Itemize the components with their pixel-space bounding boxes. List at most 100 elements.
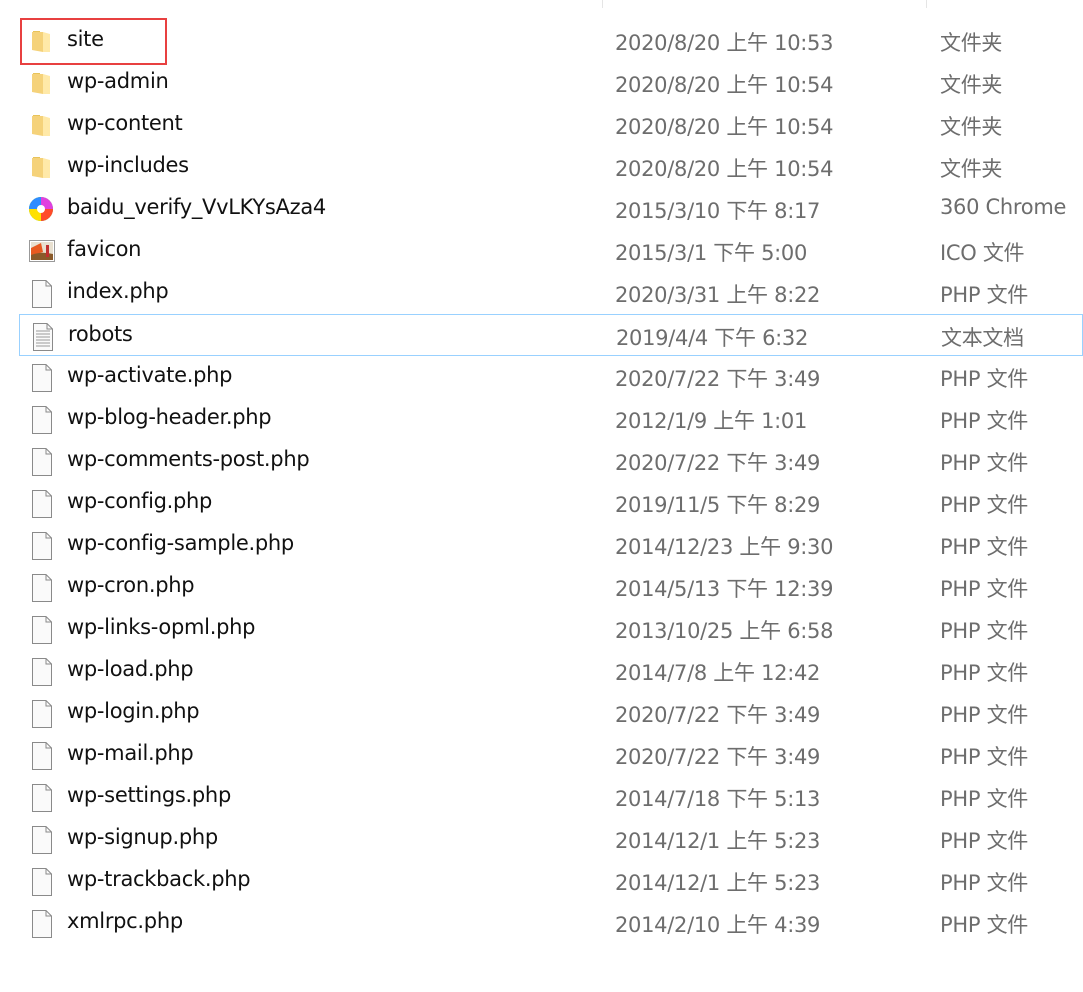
file-type: PHP 文件 (940, 283, 1028, 307)
file-name: wp-admin (67, 69, 169, 93)
file-date-modified: 2020/7/22 下午 3:49 (615, 451, 821, 475)
file-date-modified: 2015/3/1 下午 5:00 (615, 241, 808, 265)
file-date-modified: 2020/7/22 下午 3:49 (615, 367, 821, 391)
file-row[interactable]: favicon 2015/3/1 下午 5:00 ICO 文件 (0, 230, 1083, 272)
file-type: PHP 文件 (940, 913, 1028, 937)
file-type: 文件夹 (940, 73, 1003, 97)
file-type: PHP 文件 (940, 409, 1028, 433)
file-type: 文件夹 (940, 115, 1003, 139)
file-type: 文件夹 (940, 31, 1003, 55)
file-icon (31, 868, 53, 896)
file-name: baidu_verify_VvLKYsAza4 (67, 195, 326, 219)
file-name: wp-settings.php (67, 783, 231, 807)
file-date-modified: 2014/12/1 上午 5:23 (615, 871, 821, 895)
file-date-modified: 2019/11/5 下午 8:29 (615, 493, 821, 517)
file-icon (31, 364, 53, 392)
file-date-modified: 2014/12/1 上午 5:23 (615, 829, 821, 853)
file-icon (31, 280, 53, 308)
file-icon (31, 910, 53, 938)
file-row[interactable]: index.php 2020/3/31 上午 8:22 PHP 文件 (0, 272, 1083, 314)
image-icon (29, 238, 55, 264)
file-row[interactable]: wp-login.php 2020/7/22 下午 3:49 PHP 文件 (0, 692, 1083, 734)
file-row[interactable]: wp-trackback.php 2014/12/1 上午 5:23 PHP 文件 (0, 860, 1083, 902)
file-row[interactable]: wp-includes 2020/8/20 上午 10:54 文件夹 (0, 146, 1083, 188)
file-date-modified: 2014/12/23 上午 9:30 (615, 535, 834, 559)
file-row[interactable]: wp-comments-post.php 2020/7/22 下午 3:49 PHP… (0, 440, 1083, 482)
file-row[interactable]: wp-links-opml.php 2013/10/25 上午 6:58 PHP 文… (0, 608, 1083, 650)
file-icon (31, 448, 53, 476)
file-date-modified: 2014/2/10 上午 4:39 (615, 913, 821, 937)
column-divider-date[interactable] (602, 0, 603, 8)
file-name: favicon (67, 237, 142, 261)
folder-icon (31, 112, 53, 138)
file-type: PHP 文件 (940, 535, 1028, 559)
file-name: wp-includes (67, 153, 189, 177)
file-name: wp-content (67, 111, 183, 135)
file-row[interactable]: wp-load.php 2014/7/8 上午 12:42 PHP 文件 (0, 650, 1083, 692)
file-list: site 2020/8/20 上午 10:53 文件夹 wp-admin 2020/8/… (0, 20, 1083, 944)
file-name: wp-login.php (67, 699, 200, 723)
file-row[interactable]: xmlrpc.php 2014/2/10 上午 4:39 PHP 文件 (0, 902, 1083, 944)
file-icon (31, 616, 53, 644)
file-date-modified: 2020/8/20 上午 10:54 (615, 115, 834, 139)
file-date-modified: 2012/1/9 上午 1:01 (615, 409, 808, 433)
file-date-modified: 2014/7/18 下午 5:13 (615, 787, 821, 811)
file-name: wp-mail.php (67, 741, 194, 765)
file-icon (31, 574, 53, 602)
file-type: PHP 文件 (940, 577, 1028, 601)
file-name: wp-blog-header.php (67, 405, 272, 429)
file-icon (31, 532, 53, 560)
file-name: wp-config.php (67, 489, 213, 513)
file-name: wp-trackback.php (67, 867, 251, 891)
file-row[interactable]: wp-mail.php 2020/7/22 下午 3:49 PHP 文件 (0, 734, 1083, 776)
file-type: PHP 文件 (940, 871, 1028, 895)
file-name: wp-config-sample.php (67, 531, 294, 555)
file-row[interactable]: wp-signup.php 2014/12/1 上午 5:23 PHP 文件 (0, 818, 1083, 860)
file-type: 文件夹 (940, 157, 1003, 181)
file-row[interactable]: wp-config-sample.php 2014/12/23 上午 9:30 PH… (0, 524, 1083, 566)
file-type: ICO 文件 (940, 241, 1025, 265)
file-row[interactable]: wp-settings.php 2014/7/18 下午 5:13 PHP 文件 (0, 776, 1083, 818)
file-name: xmlrpc.php (67, 909, 183, 933)
file-row[interactable]: wp-activate.php 2020/7/22 下午 3:49 PHP 文件 (0, 356, 1083, 398)
file-name: robots (68, 322, 133, 346)
file-name: wp-load.php (67, 657, 194, 681)
file-date-modified: 2020/8/20 上午 10:54 (615, 73, 834, 97)
file-icon (31, 784, 53, 812)
file-row[interactable]: wp-blog-header.php 2012/1/9 上午 1:01 PHP 文件 (0, 398, 1083, 440)
file-name: wp-cron.php (67, 573, 195, 597)
file-row[interactable]: baidu_verify_VvLKYsAza4 2015/3/10 下午 8:17… (0, 188, 1083, 230)
file-type: 文本文档 (941, 326, 1024, 350)
folder-icon (31, 154, 53, 180)
file-type: PHP 文件 (940, 703, 1028, 727)
folder-icon (31, 28, 53, 54)
file-row[interactable]: wp-admin 2020/8/20 上午 10:54 文件夹 (0, 62, 1083, 104)
file-row[interactable]: robots 2019/4/4 下午 6:32 文本文档 (19, 314, 1083, 356)
file-date-modified: 2020/8/20 上午 10:54 (615, 157, 834, 181)
file-type: 360 Chrome (940, 195, 1067, 219)
file-type: PHP 文件 (940, 829, 1028, 853)
file-name: wp-activate.php (67, 363, 233, 387)
file-name: wp-comments-post.php (67, 447, 310, 471)
file-type: PHP 文件 (940, 745, 1028, 769)
file-type: PHP 文件 (940, 451, 1028, 475)
file-name: wp-links-opml.php (67, 615, 256, 639)
file-type: PHP 文件 (940, 493, 1028, 517)
file-icon (31, 700, 53, 728)
column-divider-type[interactable] (926, 0, 927, 8)
text-file-icon (32, 323, 54, 351)
file-date-modified: 2020/7/22 下午 3:49 (615, 745, 821, 769)
file-name: wp-signup.php (67, 825, 218, 849)
file-row[interactable]: site 2020/8/20 上午 10:53 文件夹 (0, 20, 1083, 62)
file-date-modified: 2014/5/13 下午 12:39 (615, 577, 834, 601)
file-row[interactable]: wp-cron.php 2014/5/13 下午 12:39 PHP 文件 (0, 566, 1083, 608)
file-date-modified: 2014/7/8 上午 12:42 (615, 661, 821, 685)
file-row[interactable]: wp-config.php 2019/11/5 下午 8:29 PHP 文件 (0, 482, 1083, 524)
file-icon (31, 406, 53, 434)
file-date-modified: 2020/7/22 下午 3:49 (615, 703, 821, 727)
folder-icon (31, 70, 53, 96)
file-row[interactable]: wp-content 2020/8/20 上午 10:54 文件夹 (0, 104, 1083, 146)
file-type: PHP 文件 (940, 661, 1028, 685)
file-icon (31, 826, 53, 854)
360-chrome-icon (29, 196, 53, 222)
